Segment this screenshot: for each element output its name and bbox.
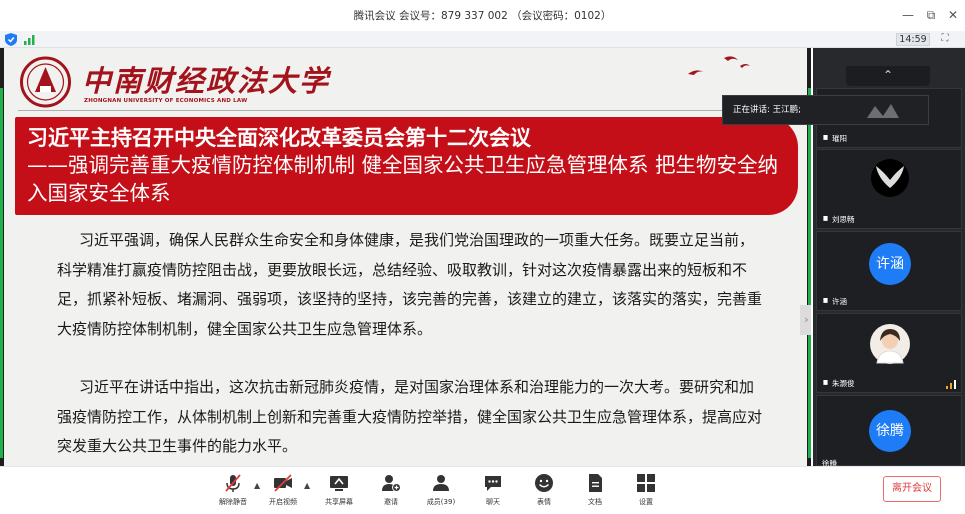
- share-screen-button[interactable]: 共享屏幕: [314, 473, 364, 513]
- share-border-right: [808, 88, 811, 458]
- body-paragraph-2: 习近平在讲话中指出，这次抗击新冠肺炎疫情，是对国家治理体系和治理能力的一次大考。…: [57, 378, 763, 455]
- start-video-button[interactable]: 开启视频: [258, 473, 308, 513]
- emoji-icon: [535, 474, 553, 492]
- mic-muted-icon: [823, 379, 828, 385]
- participant-name: 刘思畅: [822, 214, 855, 225]
- leave-meeting-button[interactable]: 离开会议: [883, 476, 941, 502]
- headline: 习近平主持召开中央全面深化改革委员会第十二次会议: [27, 126, 531, 150]
- close-icon[interactable]: ✕: [942, 5, 964, 25]
- add-user-icon: [382, 475, 401, 492]
- minimize-icon[interactable]: —: [897, 5, 919, 25]
- window-title: 腾讯会议 会议号：879 337 002 （会议密码：0102）: [353, 10, 612, 22]
- document-icon: [589, 474, 602, 492]
- shared-screen: 中南财经政法大学 ZHONGNAN UNIVERSITY OF ECONOMIC…: [0, 48, 811, 466]
- mic-muted-icon: [823, 134, 828, 140]
- mic-muted-icon: [823, 215, 828, 221]
- settings-button[interactable]: 设置: [621, 473, 671, 513]
- mic-muted-icon: [823, 297, 828, 303]
- invite-button[interactable]: 邀请: [366, 473, 416, 513]
- fullscreen-icon[interactable]: ⛶: [936, 33, 954, 46]
- collapse-panel-chevron-icon[interactable]: ›: [800, 305, 811, 335]
- camera-off-icon: [274, 474, 292, 492]
- settings-grid-icon: [637, 474, 655, 492]
- network-signal-icon[interactable]: [24, 34, 38, 45]
- scroll-up-chevron-icon[interactable]: ⌃: [846, 66, 930, 86]
- participant-tile[interactable]: 刘思畅: [816, 149, 962, 229]
- participant-tile[interactable]: 朱灏俊: [816, 313, 962, 393]
- unmute-button[interactable]: 解除静音: [208, 473, 258, 513]
- participant-name: 璀阳: [822, 133, 847, 144]
- avatar-wings-icon: [871, 159, 909, 197]
- speaker-avatar-icon: [867, 104, 899, 118]
- shield-icon[interactable]: [5, 33, 17, 46]
- share-screen-icon: [330, 476, 348, 491]
- members-button[interactable]: 成员(39): [416, 473, 466, 513]
- participant-name: 朱灏俊: [822, 378, 855, 389]
- headline-banner: 习近平主持召开中央全面深化改革委员会第十二次会议 ——强调完善重大疫情防控体制机…: [15, 117, 798, 215]
- university-name-en: ZHONGNAN UNIVERSITY OF ECONOMICS AND LAW: [84, 98, 248, 104]
- birds-decoration-icon: [688, 56, 750, 75]
- university-name: 中南财经政法大学: [82, 64, 331, 98]
- status-bar: 14:59 ⛶: [0, 31, 965, 48]
- video-options-caret-icon[interactable]: ▲: [304, 481, 310, 490]
- mic-off-icon: [225, 474, 241, 492]
- speaking-indicator: 正在讲话: 王江鹏;: [722, 95, 929, 125]
- emoji-button[interactable]: 表情: [519, 473, 569, 513]
- participant-name: 徐腾: [822, 459, 837, 466]
- avatar: 徐腾: [869, 410, 911, 452]
- restore-icon[interactable]: ⧉: [920, 5, 942, 25]
- share-border-left: [0, 88, 3, 458]
- title-bar: 腾讯会议 会议号：879 337 002 （会议密码：0102） — ⧉ ✕: [0, 0, 965, 31]
- members-icon: [433, 475, 449, 491]
- avatar-photo-icon: [870, 324, 910, 364]
- body-paragraph-1: 习近平强调，确保人民群众生命安全和身体健康，是我们党治国理政的一项重大任务。既要…: [57, 231, 763, 338]
- chat-button[interactable]: 聊天: [468, 473, 518, 513]
- meeting-toolbar: 解除静音 ▲ 开启视频 ▲ 共享屏幕 邀请 成员(39) 聊天 表情 文档 设置…: [0, 466, 965, 514]
- audio-level-icon: [946, 380, 956, 389]
- participant-tile[interactable]: 许涵 许涵: [816, 231, 962, 311]
- meeting-time: 14:59: [896, 33, 930, 46]
- documents-button[interactable]: 文档: [570, 473, 620, 513]
- participant-tile[interactable]: 徐腾 徐腾: [816, 395, 962, 466]
- participant-name: 许涵: [822, 296, 847, 307]
- subheadline: ——强调完善重大疫情防控体制机制 健全国家公共卫生应急管理体系 把生物安全纳入国…: [27, 153, 779, 205]
- university-logo-icon: [20, 56, 71, 108]
- header-divider: [18, 110, 806, 111]
- chat-icon: [485, 476, 501, 491]
- avatar: 许涵: [869, 243, 911, 285]
